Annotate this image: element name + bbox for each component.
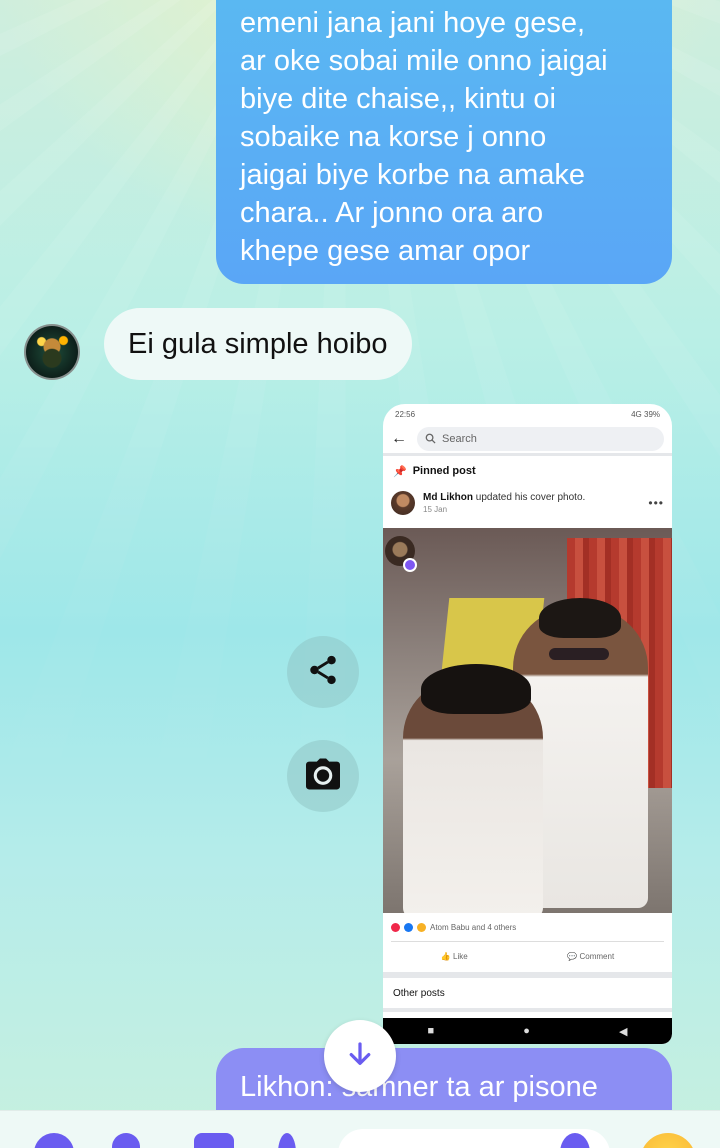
- message-composer: [0, 1110, 720, 1148]
- pin-icon: 📌: [393, 465, 407, 478]
- other-posts-label: Other posts: [393, 987, 445, 999]
- like-reaction-icon: [404, 922, 413, 932]
- recents-icon: ■: [427, 1025, 435, 1037]
- outgoing-message-text: Likhon: samner ta ar pisone: [240, 1071, 598, 1103]
- post-actions: 👍 Like 💬 Comment: [391, 941, 664, 971]
- share-icon: [306, 653, 340, 692]
- incoming-message-bubble[interactable]: Ei gula simple hoibo: [104, 308, 412, 380]
- camera-composer-icon[interactable]: [112, 1133, 140, 1148]
- back-arrow-icon: ←: [391, 429, 407, 447]
- comment-action: 💬 Comment: [567, 952, 615, 961]
- home-icon: ●: [523, 1025, 530, 1037]
- gallery-icon[interactable]: [194, 1133, 234, 1148]
- photo-person-left: [403, 664, 543, 913]
- like-label: Like: [453, 952, 468, 961]
- contact-avatar[interactable]: [24, 324, 80, 380]
- search-placeholder: Search: [442, 432, 477, 445]
- post-reactions: Atom Babu and 4 others: [383, 916, 672, 938]
- status-right: 4G 39%: [631, 409, 660, 419]
- screenshot-search-box: Search: [417, 426, 664, 451]
- comment-label: Comment: [579, 952, 615, 961]
- message-line: jaigai biye korbe na amake: [240, 159, 585, 191]
- camera-button[interactable]: [287, 740, 359, 812]
- reactions-text: Atom Babu and 4 others: [430, 922, 517, 932]
- other-posts-header: Other posts: [383, 978, 672, 1012]
- screenshot-nav-bar: ■ ● ◀: [383, 1018, 672, 1044]
- author-action: updated his cover photo.: [475, 492, 586, 503]
- more-actions-icon[interactable]: [34, 1133, 74, 1148]
- love-reaction-icon: [391, 922, 400, 932]
- message-line: chara.. Ar jonno ora aro: [240, 197, 544, 229]
- more-options-icon: •••: [648, 496, 664, 510]
- messenger-icon: [403, 558, 417, 572]
- outgoing-message-bubble-bottom[interactable]: Likhon: samner ta ar pisone: [216, 1048, 672, 1118]
- emoji-icon[interactable]: [640, 1133, 696, 1148]
- message-line: sobaike na korse j onno: [240, 121, 547, 153]
- post-author-row: Md Likhon updated his cover photo. 15 Ja…: [383, 486, 672, 520]
- author-avatar: [391, 491, 415, 515]
- back-icon: ◀: [618, 1025, 628, 1038]
- post-photo: [383, 528, 672, 913]
- search-icon: [425, 433, 436, 444]
- message-line: emeni jana jani hoye gese,: [240, 7, 586, 39]
- camera-icon: [304, 757, 342, 796]
- pinned-post-header: 📌 Pinned post: [383, 456, 672, 486]
- share-button[interactable]: [287, 636, 359, 708]
- post-date: 15 Jan: [423, 505, 448, 514]
- scroll-down-button[interactable]: [324, 1020, 396, 1092]
- screenshot-search-row: ← Search: [383, 424, 672, 456]
- message-line: khepe gese amar opor: [240, 235, 531, 267]
- screenshot-status-bar: 22:56 4G 39%: [383, 404, 672, 424]
- message-line: ar oke sobai mile onno jaigai: [240, 45, 608, 77]
- status-time: 22:56: [395, 409, 416, 419]
- post-author-text: Md Likhon updated his cover photo. 15 Ja…: [423, 492, 640, 514]
- like-action: 👍 Like: [440, 952, 468, 961]
- shared-screenshot-image[interactable]: 22:56 4G 39% ← Search 📌 Pinned post Md L…: [383, 404, 672, 1044]
- author-name: Md Likhon: [423, 492, 473, 503]
- pinned-label: Pinned post: [412, 465, 476, 477]
- message-line: biye dite chaise,, kintu oi: [240, 83, 556, 115]
- outgoing-message-bubble[interactable]: emeni jana jani hoye gese, ar oke sobai …: [216, 0, 672, 284]
- haha-reaction-icon: [417, 922, 426, 932]
- incoming-message-text: Ei gula simple hoibo: [128, 327, 388, 360]
- microphone-icon[interactable]: [278, 1133, 296, 1148]
- arrow-down-icon: [345, 1039, 375, 1074]
